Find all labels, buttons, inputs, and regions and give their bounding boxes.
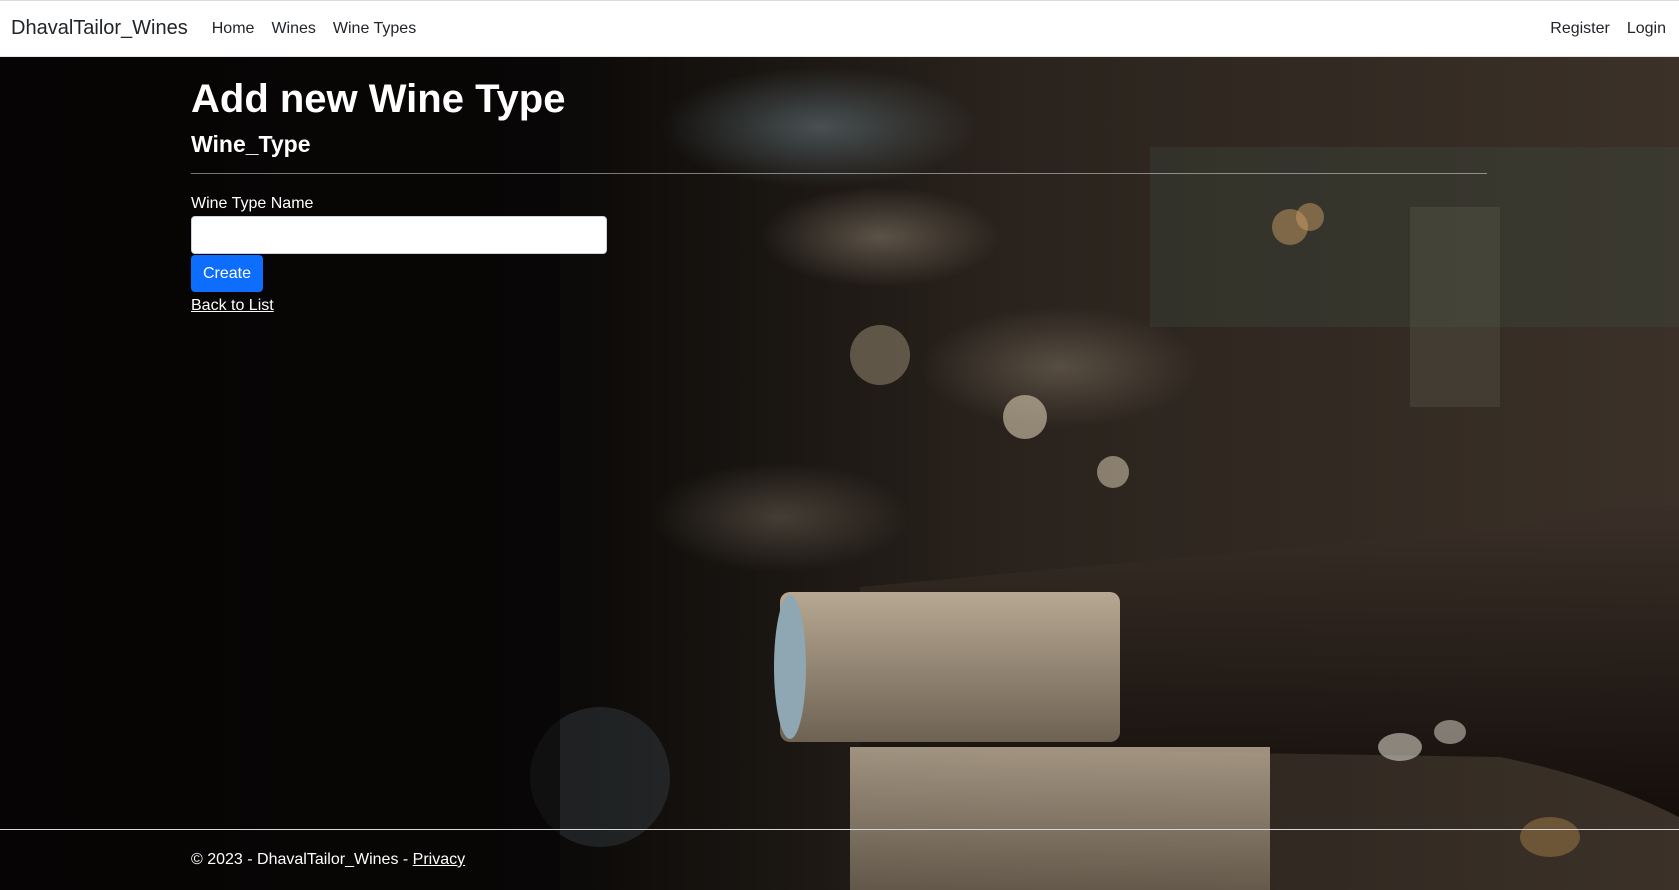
footer-copyright: © 2023 - DhavalTailor_Wines - bbox=[191, 851, 413, 868]
brand-link[interactable]: DhavalTailor_Wines bbox=[11, 17, 188, 40]
page-subtitle: Wine_Type bbox=[191, 131, 311, 157]
page-title: Add new Wine Type bbox=[191, 77, 566, 121]
top-navbar: DhavalTailor_Wines Home Wines Wine Types… bbox=[0, 0, 1679, 57]
nav-account-links: Register Login bbox=[1550, 20, 1666, 38]
footer-divider bbox=[0, 829, 1679, 830]
register-link[interactable]: Register bbox=[1550, 20, 1610, 38]
nav-wines-link[interactable]: Wines bbox=[271, 20, 315, 38]
footer: © 2023 - DhavalTailor_Wines - Privacy bbox=[191, 851, 465, 869]
nav-wine-types-link[interactable]: Wine Types bbox=[333, 20, 416, 38]
wine-type-name-label: Wine Type Name bbox=[191, 195, 314, 212]
login-link[interactable]: Login bbox=[1627, 20, 1666, 38]
nav-links: Home Wines Wine Types bbox=[212, 20, 433, 38]
back-to-list-link[interactable]: Back to List bbox=[191, 297, 274, 315]
privacy-link[interactable]: Privacy bbox=[413, 851, 465, 868]
main-content: Add new Wine Type Wine_Type Wine Type Na… bbox=[191, 57, 1487, 315]
nav-home-link[interactable]: Home bbox=[212, 20, 255, 38]
wine-type-name-input[interactable] bbox=[191, 216, 607, 254]
divider bbox=[191, 173, 1487, 174]
create-button[interactable]: Create bbox=[191, 255, 263, 292]
